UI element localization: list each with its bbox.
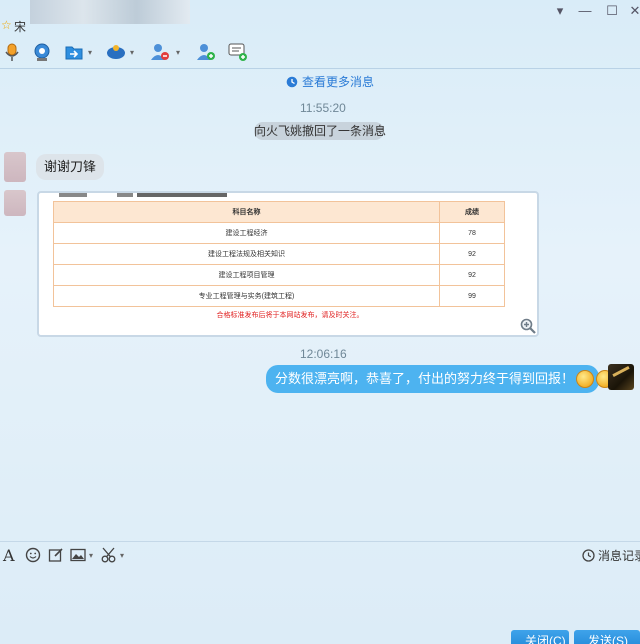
star-icon: ☆ bbox=[1, 18, 12, 32]
score-cell: 78 bbox=[439, 222, 505, 244]
font-icon[interactable]: A bbox=[3, 546, 15, 565]
remote-assist-icon[interactable] bbox=[106, 42, 126, 62]
table-header-row: 科目名称 成绩 bbox=[53, 201, 505, 223]
avatar[interactable] bbox=[4, 152, 26, 182]
score-cell: 92 bbox=[439, 264, 505, 286]
screenshot-caret-icon[interactable]: ▾ bbox=[120, 551, 124, 560]
microphone-icon[interactable] bbox=[2, 42, 22, 62]
incoming-message: 谢谢刀锋 bbox=[36, 154, 105, 180]
image-caret-icon[interactable]: ▾ bbox=[89, 551, 93, 560]
score-cell: 99 bbox=[439, 285, 505, 307]
my-avatar[interactable] bbox=[608, 364, 634, 390]
timestamp: 11:55:20 bbox=[300, 101, 346, 115]
table-row: 建设工程经济 78 bbox=[53, 222, 505, 244]
zoom-in-icon[interactable] bbox=[520, 318, 536, 334]
subject-cell: 专业工程管理与实务(建筑工程) bbox=[53, 285, 440, 307]
outgoing-message-text: 分数很漂亮啊，恭喜了，付出的努力终于得到回报！ bbox=[275, 371, 575, 386]
outgoing-message: 分数很漂亮啊，恭喜了，付出的努力终于得到回报！ bbox=[266, 365, 635, 393]
more-messages-label: 查看更多消息 bbox=[302, 75, 375, 89]
clock-icon bbox=[286, 76, 298, 87]
table-row: 建设工程项目管理 92 bbox=[53, 264, 505, 286]
add-contact-icon[interactable] bbox=[196, 42, 216, 62]
dropdown-button[interactable]: ▾ bbox=[549, 2, 571, 20]
close-window-button[interactable]: ✕ bbox=[624, 2, 640, 20]
table-row: 建设工程法规及相关知识 92 bbox=[53, 243, 505, 265]
blurred-contact-name bbox=[30, 0, 190, 24]
remove-contact-caret-icon[interactable]: ▾ bbox=[176, 48, 180, 57]
avatar[interactable] bbox=[4, 190, 26, 216]
column-header: 成绩 bbox=[439, 201, 505, 223]
timestamp: 12:06:16 bbox=[300, 347, 347, 361]
table-row: 专业工程管理与实务(建筑工程) 99 bbox=[53, 285, 505, 307]
message-history-label: 消息记录 bbox=[598, 549, 640, 563]
image-cropped-text bbox=[59, 193, 259, 197]
history-clock-icon bbox=[582, 549, 595, 562]
emoji-picker-icon[interactable] bbox=[25, 546, 41, 564]
subject-cell: 建设工程项目管理 bbox=[53, 264, 440, 286]
column-header: 科目名称 bbox=[53, 201, 440, 223]
score-note: 合格标准发布后将于本网站发布，请及时关注。 bbox=[216, 312, 364, 319]
image-message[interactable]: 科目名称 成绩 建设工程经济 78 建设工程法规及相关知识 92 建设工程项目管… bbox=[37, 191, 539, 337]
input-divider bbox=[0, 541, 640, 542]
toolbar-divider bbox=[0, 68, 640, 69]
webcam-icon[interactable] bbox=[32, 42, 52, 62]
more-messages-link[interactable]: 查看更多消息 bbox=[286, 73, 374, 90]
image-icon[interactable] bbox=[70, 546, 86, 564]
emoji-icon bbox=[576, 369, 595, 388]
file-transfer-icon[interactable] bbox=[64, 42, 84, 62]
score-table: 科目名称 成绩 建设工程经济 78 建设工程法规及相关知识 92 建设工程项目管… bbox=[53, 201, 505, 307]
send-button[interactable]: 发送(S) bbox=[574, 630, 640, 644]
remote-assist-caret-icon[interactable]: ▾ bbox=[130, 48, 134, 57]
screenshot-scissors-icon[interactable] bbox=[101, 546, 119, 564]
subject-cell: 建设工程经济 bbox=[53, 222, 440, 244]
create-discussion-icon[interactable] bbox=[228, 42, 248, 62]
minimize-button[interactable]: — bbox=[574, 2, 596, 20]
message-history-button[interactable]: 消息记录 bbox=[582, 547, 640, 564]
file-transfer-caret-icon[interactable]: ▾ bbox=[88, 48, 92, 57]
subject-cell: 建设工程法规及相关知识 bbox=[53, 243, 440, 265]
close-button[interactable]: 关闭(C) bbox=[511, 630, 569, 644]
maximize-button[interactable]: ☐ bbox=[601, 2, 623, 20]
window-title: 宋 bbox=[14, 20, 27, 34]
remove-contact-icon[interactable] bbox=[150, 42, 170, 62]
score-cell: 92 bbox=[439, 243, 505, 265]
edit-icon[interactable] bbox=[48, 546, 64, 564]
recall-notice: 向火飞姚撤回了一条消息 bbox=[254, 122, 387, 140]
